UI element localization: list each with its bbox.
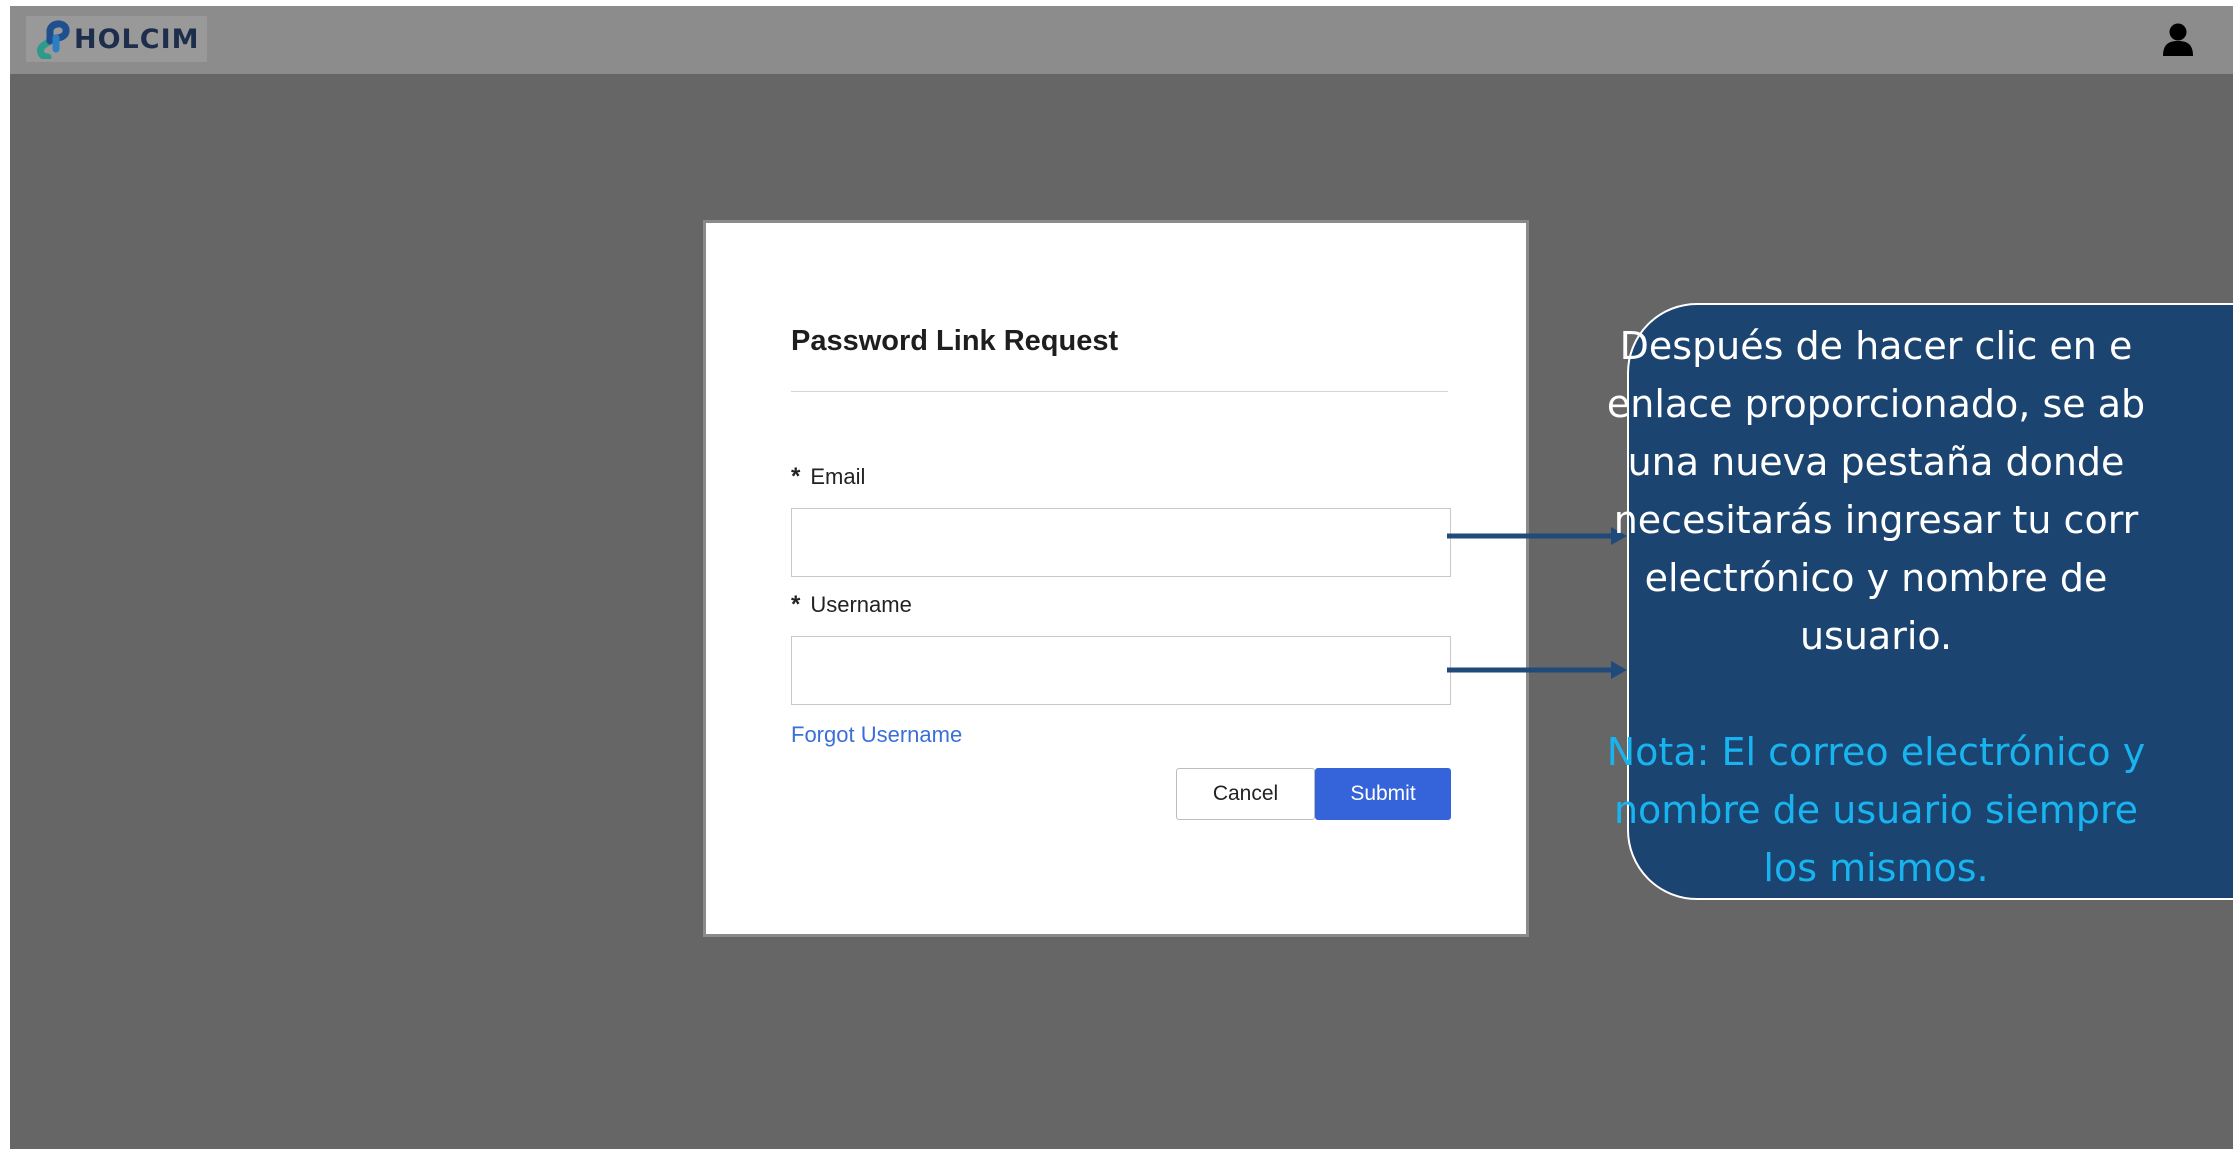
callout-note-line: nombre de usuario siempre <box>1613 788 2139 832</box>
username-label-text: Username <box>810 592 912 617</box>
dialog-title: Password Link Request <box>791 325 1119 357</box>
email-label: * Email <box>791 463 865 491</box>
instruction-callout: Después de hacer clic en e enlace propor… <box>1607 303 2233 900</box>
callout-line: usuario. <box>1799 614 1953 658</box>
user-icon[interactable] <box>2161 22 2195 58</box>
email-label-text: Email <box>810 464 866 489</box>
email-field[interactable] <box>791 508 1451 577</box>
title-divider <box>791 391 1448 392</box>
required-marker: * <box>791 591 801 618</box>
callout-line: electrónico y nombre de <box>1644 556 2108 600</box>
required-marker: * <box>791 463 801 490</box>
screen-backdrop: HOLCIM Password Link Request * Email * Use… <box>10 6 2233 1149</box>
username-field[interactable] <box>791 636 1451 705</box>
callout-note-line: Nota: El correo electrónico y <box>1606 730 2146 774</box>
cancel-button[interactable]: Cancel <box>1176 768 1315 820</box>
password-link-request-dialog: Password Link Request * Email * Username F… <box>703 220 1529 937</box>
forgot-username-link[interactable]: Forgot Username <box>791 722 962 748</box>
submit-button[interactable]: Submit <box>1315 768 1451 820</box>
brand-name: HOLCIM <box>74 23 200 55</box>
callout-note-text: Nota: El correo electrónico y nombre de … <box>1514 723 2233 897</box>
callout-line: Después de hacer clic en e <box>1619 324 2133 368</box>
callout-line: enlace proporcionado, se ab <box>1606 382 2146 426</box>
callout-line: necesitarás ingresar tu corr <box>1613 498 2139 542</box>
callout-main-text: Después de hacer clic en e enlace propor… <box>1514 317 2233 665</box>
callout-note-line: los mismos. <box>1763 846 1989 890</box>
top-navigation-bar: HOLCIM <box>10 6 2233 74</box>
callout-line: una nueva pestaña donde <box>1627 440 2125 484</box>
brand-logo[interactable]: HOLCIM <box>26 16 208 62</box>
holcim-logo-icon <box>37 20 70 59</box>
username-label: * Username <box>791 591 912 619</box>
